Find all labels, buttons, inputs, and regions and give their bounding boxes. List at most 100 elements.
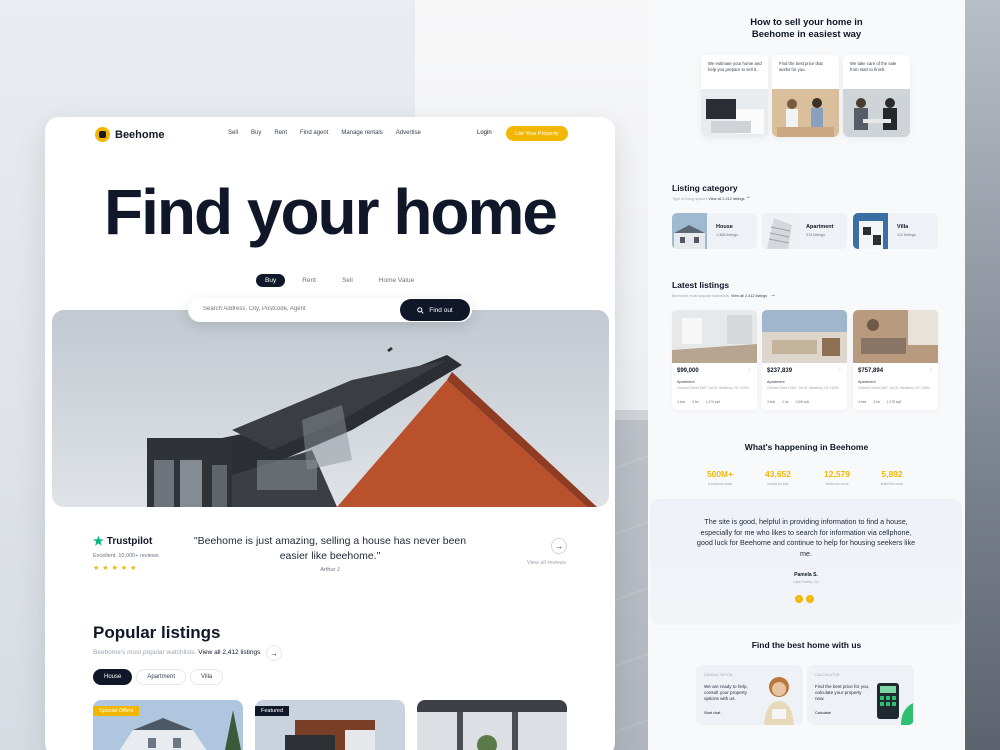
category-count: 913 listings (806, 233, 825, 237)
listing-type: Apartment (677, 380, 695, 384)
category-card-house[interactable]: House 1,368 listings (672, 213, 757, 249)
listing-beds: 3 bds (767, 400, 776, 404)
arrow-right-icon[interactable]: → (770, 292, 776, 298)
logo[interactable]: Beehome (95, 127, 165, 142)
popular-listing-card[interactable]: Featured (255, 700, 405, 750)
nav-link-manage-rentals[interactable]: Manage rentals (341, 130, 382, 136)
listing-beds: 4 bed (858, 400, 867, 404)
favorite-icon[interactable]: ♡ (748, 368, 752, 374)
category-name: Apartment (806, 224, 834, 230)
popular-listings-title: Popular listings (93, 623, 221, 642)
stat-value: 43,652 (765, 469, 791, 479)
stat-item: 43,652 homes for sale (748, 469, 808, 486)
chevron-left-icon[interactable]: ‹ (795, 595, 803, 603)
trustpilot-subtitle: Excellent. 10,000+ reviews (93, 553, 159, 559)
search-input[interactable] (203, 306, 383, 312)
listing-price: $237,839 (767, 368, 793, 374)
chip-house[interactable]: House (93, 669, 133, 685)
calculate-link[interactable]: Calculate (815, 711, 831, 715)
stat-label: homes for sale (767, 482, 789, 486)
view-all-categories-link[interactable]: View all 2,412 listings (708, 197, 744, 201)
view-all-listings-link[interactable]: View all 2,412 listings (198, 649, 260, 656)
chevron-right-icon[interactable]: › (806, 595, 814, 603)
view-all-latest-link[interactable]: View all 2,412 listings (731, 294, 767, 298)
arrow-right-icon: → (270, 648, 278, 658)
rating-stars: ★★★★★ (93, 565, 140, 572)
listing-area: 1,370 sqft (705, 400, 720, 404)
how-to-sell-title-line1: How to sell your home in (750, 17, 863, 28)
how-to-sell-title-line2: Beehome in easiest way (751, 29, 862, 40)
hero-title: Find your home (104, 176, 558, 248)
start-chat-link[interactable]: Start chat (704, 711, 720, 715)
listing-baths: 3 ba (873, 400, 880, 404)
tab-rent[interactable]: Rent (293, 274, 325, 287)
trustpilot-rating: ★ Trustpilot Excellent. 10,000+ reviews … (93, 534, 159, 572)
tab-home-value[interactable]: Home Value (370, 274, 423, 287)
bee-logo-icon (95, 127, 110, 142)
hero-house-image (52, 310, 609, 507)
best-home-title: Find the best home with us (751, 640, 862, 650)
listing-address: Orchard Street 1567, 1st St, Westbury, N… (767, 386, 839, 390)
stat-item: 500M+ in property sales (690, 469, 750, 486)
category-count: 112 listings (897, 233, 916, 237)
latest-listing-card[interactable]: $237,839 ♡ Apartment Orchard Street 1567… (762, 310, 847, 410)
list-property-button[interactable]: List Your Property (506, 126, 568, 141)
trustpilot-name: Trustpilot (106, 535, 153, 547)
featured-badge: Featured (255, 706, 290, 716)
trustpilot-brand: ★ Trustpilot (93, 534, 159, 548)
listing-area: 1105 sqft (795, 400, 809, 404)
category-name: House (716, 224, 733, 230)
next-review-button[interactable]: → (551, 538, 567, 554)
favorite-icon[interactable]: ♡ (838, 368, 842, 374)
chip-apartment[interactable]: Apartment (136, 669, 187, 685)
stat-value: 500M+ (706, 469, 734, 479)
stat-item: 12,579 Beehome users (807, 469, 867, 486)
popular-listing-card[interactable] (417, 700, 567, 750)
calculator-card[interactable]: CALCULATOR Find the best price for you, … (807, 665, 914, 725)
arrow-right-icon: → (555, 541, 563, 551)
listing-area: 1,378 sqft (886, 400, 902, 404)
listing-category-subtitle-text: Type of living spaces (672, 197, 708, 201)
nav-link-sell[interactable]: Sell (228, 130, 238, 136)
testimonial-section: The site is good, helpful in providing i… (650, 499, 962, 625)
latest-listings-subtitle-text: Beehome most popular watchlists. (672, 294, 730, 298)
step-image (843, 89, 910, 137)
popular-listings-arrow-button[interactable]: → (266, 645, 282, 661)
category-card-apartment[interactable]: Apartment 913 listings (762, 213, 847, 249)
nav-links: Sell Buy Rent Find agent Manage rentals … (228, 130, 421, 136)
tab-sell[interactable]: Sell (333, 274, 362, 287)
login-link[interactable]: Login (477, 130, 492, 136)
listing-type-chips: House Apartment Villa (93, 669, 224, 685)
step-image (701, 89, 768, 137)
listing-address: Orchard Street 1567, 1st St, Westbury, N… (858, 386, 930, 390)
sell-step-text: Find the best price that works for you. (779, 61, 823, 72)
favorite-icon[interactable]: ♡ (929, 368, 933, 374)
category-count: 1,368 listings (716, 233, 739, 237)
card-tag: CONSULTATION (704, 673, 733, 677)
nav-link-rent[interactable]: Rent (274, 130, 287, 136)
chip-villa[interactable]: Villa (190, 669, 224, 685)
consultation-card[interactable]: CONSULTATION We are ready to help, consu… (696, 665, 803, 725)
tab-buy[interactable]: Buy (256, 274, 286, 287)
find-out-button[interactable]: Find out (400, 299, 470, 321)
latest-listing-card[interactable]: $757,894 ♡ Apartment Orchard Street 1567… (853, 310, 938, 410)
testimonial-location: Lake Forest, CA (793, 580, 819, 584)
popular-listing-card[interactable]: Special Offers (93, 700, 243, 750)
sell-step-card: We take care of the sale from start to f… (843, 55, 910, 137)
listing-beds: 4 bds (677, 400, 686, 404)
nav-link-buy[interactable]: Buy (251, 130, 261, 136)
category-card-villa[interactable]: Villa 112 listings (853, 213, 938, 249)
listing-image (672, 310, 757, 363)
stat-label: listed this week (880, 482, 904, 486)
step-image (772, 89, 839, 137)
nav-link-find-agent[interactable]: Find agent (300, 130, 328, 136)
listing-features: 4 bds 3 ba 1,370 sqft (677, 400, 720, 404)
latest-listing-card[interactable]: $99,000 ♡ Apartment Orchard Street 1567,… (672, 310, 757, 410)
arrow-right-icon[interactable]: → (745, 194, 751, 200)
review-author: Arthur J (320, 567, 340, 573)
view-all-reviews-link[interactable]: View all reviews (527, 560, 566, 566)
top-navbar: Beehome Sell Buy Rent Find agent Manage … (45, 117, 615, 153)
listing-features: 4 bed 3 ba 1,378 sqft (858, 400, 901, 404)
nav-link-advertise[interactable]: Advertise (396, 130, 421, 136)
listing-baths: 2 ba (782, 400, 789, 404)
